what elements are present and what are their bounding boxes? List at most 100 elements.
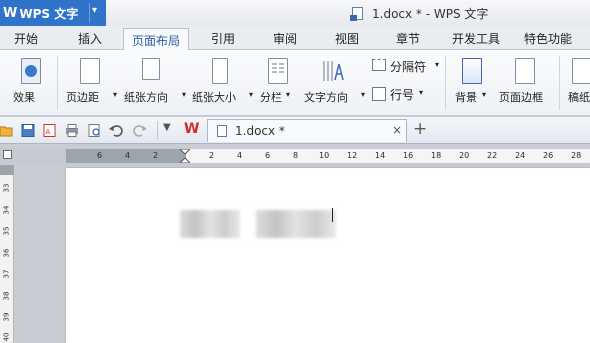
page-border-icon: [515, 58, 535, 84]
chevron-down-icon: ▾: [482, 90, 487, 99]
ruler-tick: 22: [487, 151, 498, 160]
document-page[interactable]: [66, 168, 590, 343]
manuscript-paper-button[interactable]: 稿纸: [565, 50, 590, 116]
redo-icon[interactable]: [133, 124, 147, 137]
app-menu-button[interactable]: W WPS 文字 ▾: [0, 0, 106, 26]
ruler-tick: 35: [2, 226, 11, 236]
page-border-button[interactable]: 页面边框: [496, 50, 554, 116]
horizontal-ruler[interactable]: 6 4 2 2 4 6 8 10 12 14 16 18 20 22 24 26…: [66, 149, 590, 163]
ruler-text-area: [186, 149, 590, 163]
document-icon: [350, 7, 363, 21]
tab-review[interactable]: 审阅: [273, 30, 297, 47]
background-button[interactable]: 背景 ▾: [452, 50, 494, 116]
blurred-text: [180, 210, 240, 238]
ruler-corner-toggle[interactable]: [3, 150, 12, 159]
vertical-ruler[interactable]: 33 34 35 36 37 38 39 40: [0, 165, 14, 343]
tab-references[interactable]: 引用: [211, 30, 235, 47]
ruler-tick: 4: [237, 151, 243, 160]
separator-icon: [372, 59, 386, 71]
window-title-text: 1.docx * - WPS 文字: [372, 7, 489, 21]
separator-button[interactable]: 分隔符 ▾: [368, 50, 444, 116]
manuscript-paper-icon: [572, 58, 590, 84]
chevron-down-icon: ▾: [435, 60, 440, 69]
separator-label: 分隔符: [390, 60, 427, 74]
chevron-down-icon: ▾: [286, 90, 291, 99]
title-bar: W WPS 文字 ▾ 1.docx * - WPS 文字: [0, 0, 590, 26]
wps-doc-logo-icon[interactable]: W: [184, 121, 199, 137]
ruler-tick: 40: [2, 332, 11, 342]
orientation-icon: [142, 58, 160, 80]
ruler-tick: 20: [459, 151, 470, 160]
chevron-down-icon: ▾: [419, 88, 424, 97]
ruler-tick: 28: [571, 151, 582, 160]
ribbon-divider: [57, 56, 58, 110]
tab-sections[interactable]: 章节: [396, 30, 420, 47]
window-title: 1.docx * - WPS 文字: [350, 5, 489, 22]
line-number-label: 行号: [390, 88, 415, 102]
tab-view[interactable]: 视图: [335, 30, 359, 47]
text-direction-icon: [320, 58, 346, 84]
background-icon: [462, 58, 482, 84]
tab-developer[interactable]: 开发工具: [452, 30, 500, 47]
tab-insert[interactable]: 插入: [78, 30, 102, 47]
indent-marker-icon[interactable]: [180, 149, 190, 163]
tab-page-layout[interactable]: 页面布局: [123, 28, 190, 51]
ruler-tick: 2: [209, 151, 215, 160]
background-label: 背景: [455, 91, 477, 104]
ruler-tick: 16: [403, 151, 414, 160]
effects-icon: [21, 58, 41, 84]
ribbon-divider: [559, 56, 560, 110]
chevron-down-icon: ▾: [249, 90, 254, 99]
document-tab-title: 1.docx *: [235, 124, 285, 138]
orientation-button[interactable]: 纸张方向 ▾: [124, 50, 190, 116]
chevron-down-icon: ▾: [113, 90, 118, 99]
page-size-button[interactable]: 纸张大小 ▾: [192, 50, 258, 116]
ruler-tick: 8: [293, 151, 299, 160]
ruler-tick: 6: [265, 151, 271, 160]
ruler-tick: 36: [2, 248, 11, 258]
margins-button[interactable]: 页边距 ▾: [66, 50, 126, 116]
ribbon-page-layout: 效果 页边距 ▾ 纸张方向 ▾ 纸张大小 ▾ 分栏 ▾ 文字方向 ▾ 分隔符 ▾…: [0, 50, 590, 116]
close-tab-icon[interactable]: ×: [392, 123, 402, 137]
columns-button[interactable]: 分栏 ▾: [260, 50, 300, 116]
margins-label: 页边距: [66, 91, 99, 104]
ruler-tick: 37: [2, 269, 11, 279]
ruler-tick: 26: [543, 151, 554, 160]
new-tab-button[interactable]: +: [413, 119, 427, 139]
text-cursor: [332, 208, 333, 222]
customize-toolbar-chevron-icon[interactable]: ▼: [163, 122, 171, 133]
effects-label: 效果: [13, 91, 35, 104]
export-pdf-icon[interactable]: A: [43, 124, 57, 137]
text-direction-label: 文字方向: [304, 91, 348, 104]
text-direction-button[interactable]: 文字方向 ▾: [304, 50, 366, 116]
app-menu-divider: [89, 3, 90, 23]
print-preview-icon[interactable]: [88, 124, 102, 137]
ruler-tick: 4: [125, 151, 131, 160]
effects-button[interactable]: 效果: [10, 50, 54, 116]
columns-label: 分栏: [260, 91, 282, 104]
ribbon-divider: [445, 56, 446, 110]
line-number-button[interactable]: 行号 ▾: [368, 84, 428, 106]
blurred-text: [256, 210, 336, 238]
ruler-margin-area: [0, 165, 14, 175]
chevron-down-icon[interactable]: ▾: [92, 5, 97, 16]
ruler-tick: 24: [515, 151, 526, 160]
ruler-tick: 2: [153, 151, 159, 160]
undo-icon[interactable]: [109, 124, 123, 137]
chevron-down-icon: ▾: [361, 90, 366, 99]
tab-special-features[interactable]: 特色功能: [524, 30, 572, 47]
tab-document-1[interactable]: 1.docx * ×: [207, 119, 407, 142]
columns-icon: [268, 58, 288, 84]
save-icon[interactable]: [21, 124, 35, 137]
ruler-tick: 14: [375, 151, 386, 160]
page-border-label: 页面边框: [499, 91, 543, 104]
tab-home[interactable]: 开始: [14, 30, 38, 47]
ruler-tick: 39: [2, 312, 11, 322]
chevron-down-icon: ▾: [182, 90, 187, 99]
print-icon[interactable]: [65, 124, 79, 137]
manuscript-paper-label: 稿纸: [568, 91, 590, 104]
ruler-tick: 18: [431, 151, 442, 160]
ruler-tick: 6: [97, 151, 103, 160]
open-folder-icon[interactable]: [0, 124, 14, 137]
page-size-icon: [212, 58, 228, 84]
